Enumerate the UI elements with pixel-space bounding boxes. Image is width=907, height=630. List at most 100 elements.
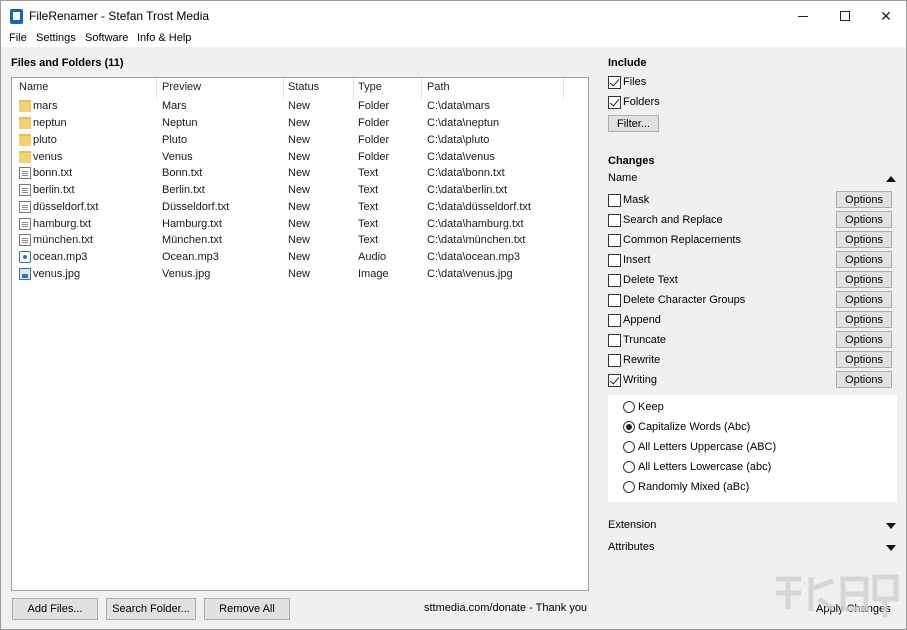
insert-options-button[interactable]: Options (836, 251, 892, 268)
close-button[interactable]: ✕ (866, 1, 906, 31)
truncate-options-button[interactable]: Options (836, 331, 892, 348)
checkbox-icon[interactable] (608, 75, 621, 89)
file-row[interactable]: berlin.txt Berlin.txt New Text C:\data\b… (12, 182, 588, 199)
menu-info-help[interactable]: Info & Help (137, 32, 191, 44)
remove-all-button[interactable]: Remove All (204, 598, 290, 620)
donate-link[interactable]: sttmedia.com/donate - Thank you (424, 602, 587, 614)
file-row[interactable]: münchen.txt München.txt New Text C:\data… (12, 232, 588, 249)
column-header-name[interactable]: Name (19, 81, 48, 99)
file-type: Text (358, 234, 379, 246)
checkbox-icon[interactable] (608, 213, 621, 227)
radio-icon[interactable] (623, 421, 635, 433)
file-name: münchen.txt (33, 234, 93, 246)
extension-section-toggle[interactable]: Extension (608, 519, 898, 535)
minimize-button[interactable] (783, 1, 823, 31)
radio-icon[interactable] (623, 461, 635, 473)
writing-option-uppercase[interactable]: All Letters Uppercase (ABC) (623, 439, 776, 455)
writing-option-random[interactable]: Randomly Mixed (aBc) (623, 479, 749, 495)
column-header-path[interactable]: Path (427, 81, 450, 99)
checkbox-icon[interactable] (608, 293, 621, 307)
checkbox-icon[interactable] (608, 273, 621, 287)
column-divider[interactable] (421, 78, 422, 100)
checkbox-icon[interactable] (608, 333, 621, 347)
checkbox-icon[interactable] (608, 233, 621, 247)
change-search-replace-checkbox[interactable]: Search and Replace (608, 212, 723, 228)
text-file-icon (19, 167, 31, 179)
writing-option-capitalize[interactable]: Capitalize Words (Abc) (623, 419, 750, 435)
change-delete-text-checkbox[interactable]: Delete Text (608, 272, 678, 288)
column-divider[interactable] (283, 78, 284, 100)
menu-file[interactable]: File (9, 32, 27, 44)
checkbox-icon[interactable] (608, 95, 621, 109)
watermark-logo (776, 574, 899, 617)
file-row[interactable]: hamburg.txt Hamburg.txt New Text C:\data… (12, 216, 588, 233)
change-common-replacements-checkbox[interactable]: Common Replacements (608, 232, 741, 248)
file-status: New (288, 134, 311, 146)
change-delete-character-groups-checkbox[interactable]: Delete Character Groups (608, 292, 745, 308)
column-header-preview[interactable]: Preview (162, 81, 201, 99)
file-type: Folder (358, 151, 390, 163)
checkbox-icon[interactable] (608, 313, 621, 327)
minimize-icon (798, 15, 808, 17)
change-insert-checkbox[interactable]: Insert (608, 252, 651, 268)
search-folder-button[interactable]: Search Folder... (106, 598, 196, 620)
add-files-button[interactable]: Add Files... (12, 598, 98, 620)
text-file-icon (19, 234, 31, 246)
checkbox-label: Files (623, 76, 647, 88)
common-replacements-options-button[interactable]: Options (836, 231, 892, 248)
change-rewrite-checkbox[interactable]: Rewrite (608, 352, 660, 368)
file-name: berlin.txt (33, 184, 75, 196)
radio-icon[interactable] (623, 401, 635, 413)
file-type: Folder (358, 117, 390, 129)
file-row[interactable]: neptun Neptun New Folder C:\data\neptun (12, 115, 588, 132)
column-header-status[interactable]: Status (288, 81, 319, 99)
change-append-checkbox[interactable]: Append (608, 312, 661, 328)
filter-button[interactable]: Filter... (608, 115, 659, 132)
folder-icon (19, 100, 31, 112)
writing-options-button[interactable]: Options (836, 371, 892, 388)
file-path: C:\data\pluto (427, 134, 490, 146)
radio-icon[interactable] (623, 441, 635, 453)
writing-option-lowercase[interactable]: All Letters Lowercase (abc) (623, 459, 771, 475)
delete-text-options-button[interactable]: Options (836, 271, 892, 288)
checkbox-icon[interactable] (608, 193, 621, 207)
append-options-button[interactable]: Options (836, 311, 892, 328)
file-name: neptun (33, 117, 67, 129)
file-row[interactable]: venus.jpg Venus.jpg New Image C:\data\ve… (12, 266, 588, 283)
include-folders-checkbox[interactable]: Folders (608, 94, 660, 110)
file-row[interactable]: venus Venus New Folder C:\data\venus (12, 149, 588, 166)
radio-icon[interactable] (623, 481, 635, 493)
menu-software[interactable]: Software (85, 32, 128, 44)
text-file-icon (19, 218, 31, 230)
column-header-type[interactable]: Type (358, 81, 382, 99)
checkbox-label: Delete Text (623, 274, 678, 286)
file-row[interactable]: mars Mars New Folder C:\data\mars (12, 98, 588, 115)
change-writing-checkbox[interactable]: Writing (608, 372, 657, 388)
file-list[interactable]: Name Preview Status Type Path mars Mars … (11, 77, 589, 591)
change-truncate-checkbox[interactable]: Truncate (608, 332, 666, 348)
file-row[interactable]: düsseldorf.txt Düsseldorf.txt New Text C… (12, 199, 588, 216)
checkbox-icon[interactable] (608, 353, 621, 367)
mask-options-button[interactable]: Options (836, 191, 892, 208)
checkbox-icon[interactable] (608, 253, 621, 267)
attributes-section-toggle[interactable]: Attributes (608, 541, 898, 557)
file-name: hamburg.txt (33, 218, 92, 230)
menu-settings[interactable]: Settings (36, 32, 76, 44)
rewrite-options-button[interactable]: Options (836, 351, 892, 368)
column-divider[interactable] (156, 78, 157, 100)
file-row[interactable]: ocean.mp3 Ocean.mp3 New Audio C:\data\oc… (12, 249, 588, 266)
maximize-button[interactable] (825, 1, 865, 31)
include-files-checkbox[interactable]: Files (608, 74, 646, 90)
search-replace-options-button[interactable]: Options (836, 211, 892, 228)
checkbox-icon[interactable] (608, 373, 621, 387)
file-row[interactable]: pluto Pluto New Folder C:\data\pluto (12, 132, 588, 149)
writing-option-keep[interactable]: Keep (623, 399, 664, 415)
name-section-toggle[interactable]: Name (608, 172, 898, 188)
delete-character-groups-options-button[interactable]: Options (836, 291, 892, 308)
file-name: ocean.mp3 (33, 251, 88, 263)
column-divider[interactable] (353, 78, 354, 100)
column-divider[interactable] (563, 78, 564, 100)
folder-icon (19, 134, 31, 146)
file-row[interactable]: bonn.txt Bonn.txt New Text C:\data\bonn.… (12, 165, 588, 182)
change-mask-checkbox[interactable]: Mask (608, 192, 649, 208)
